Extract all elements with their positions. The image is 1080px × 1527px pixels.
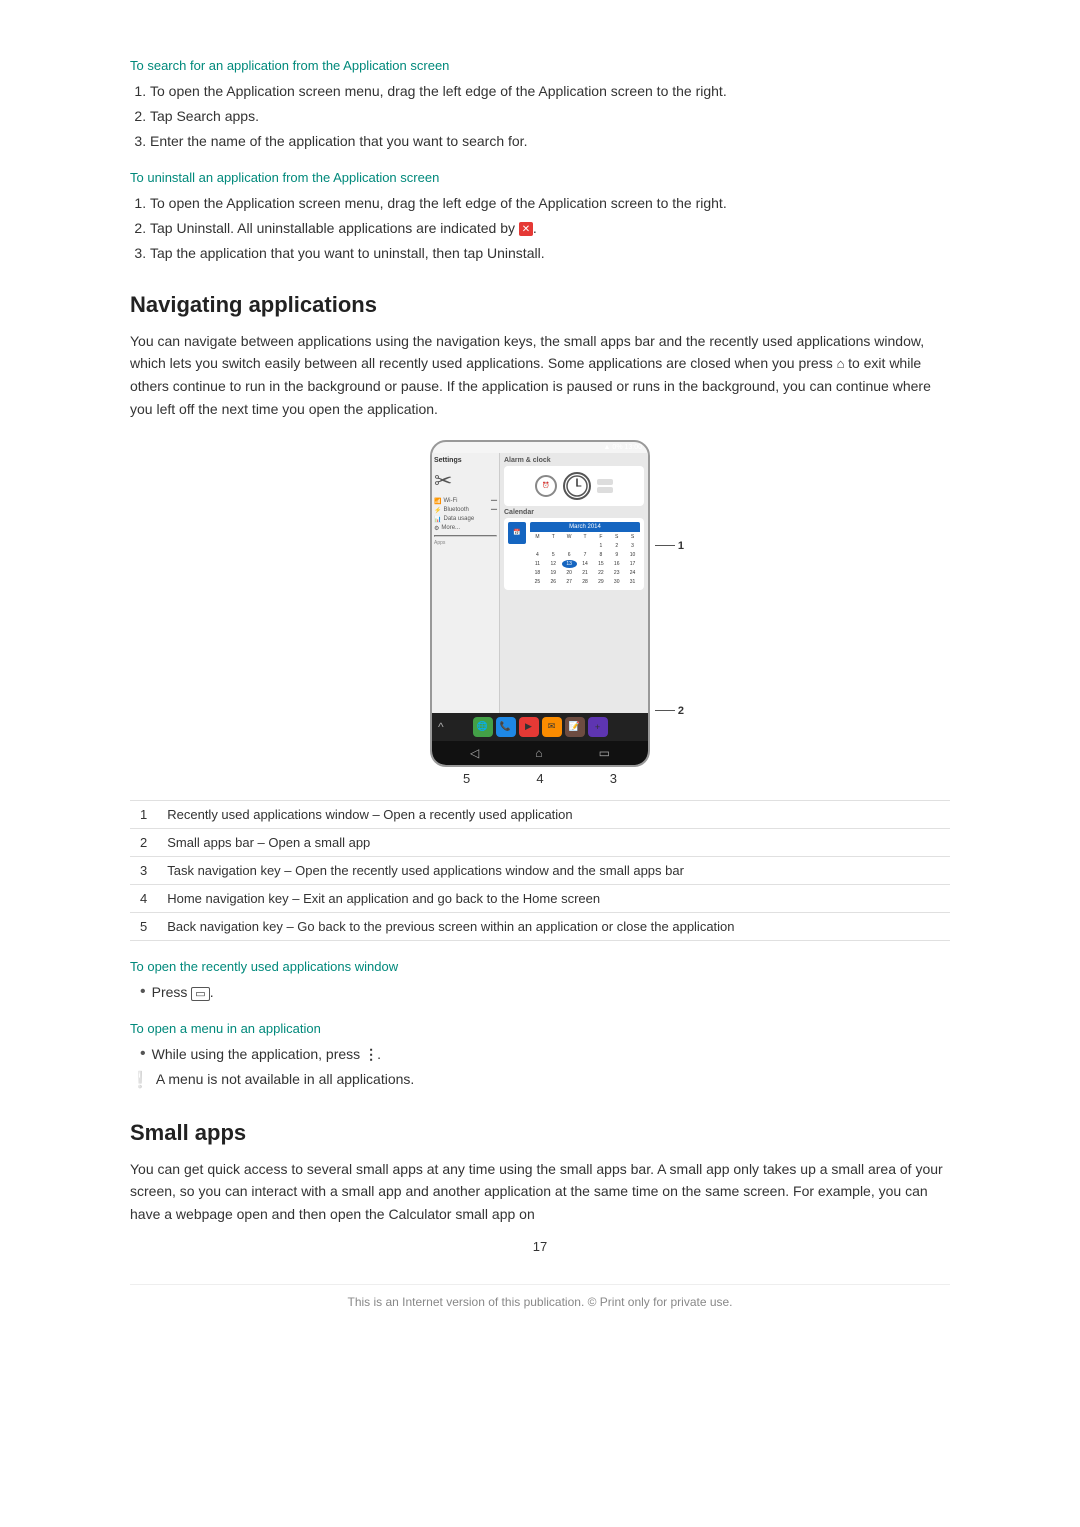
nav-bar-labels: 5 4 3 — [430, 771, 650, 786]
table-desc-3: Task navigation key – Open the recently … — [157, 856, 950, 884]
back-nav: ◁ — [470, 746, 479, 760]
table-num-5: 5 — [130, 912, 157, 940]
alarm-icon: ⏰ — [535, 475, 557, 497]
cal-grid: M T W T F S S — [530, 533, 640, 586]
uninstall-heading: To uninstall an application from the App… — [130, 170, 950, 185]
table-row-5: 5 Back navigation key – Go back to the p… — [130, 912, 950, 940]
alarm-controls — [597, 479, 613, 493]
table-row-1: 1 Recently used applications window – Op… — [130, 800, 950, 828]
search-steps-list: To open the Application screen menu, dra… — [150, 81, 950, 152]
label-3: 3 — [610, 771, 617, 786]
menu-step: • While using the application, press ⋮. — [140, 1044, 950, 1065]
table-desc-4: Home navigation key – Exit an applicatio… — [157, 884, 950, 912]
sidebar-data: 📊 Data usage — [434, 516, 497, 523]
table-num-4: 4 — [130, 884, 157, 912]
uninstall-step-1: To open the Application screen menu, dra… — [150, 193, 950, 214]
uninstall-icon: ✕ — [519, 222, 533, 236]
small-app-4: ✉ — [542, 717, 562, 737]
phone-sidebar: Settings ✂ 📶 Wi-Fi ━━ ⚡ Bluetooth ━━ — [432, 453, 500, 713]
task-key-icon: ▭ — [191, 987, 209, 1001]
label-1: 1 — [655, 540, 684, 552]
reference-table: 1 Recently used applications window – Op… — [130, 800, 950, 941]
search-step-2: Tap Search apps. — [150, 106, 950, 127]
page-number: 17 — [130, 1239, 950, 1254]
home-icon-inline: ⌂ — [837, 356, 848, 371]
warning-icon: ❕ — [130, 1071, 150, 1092]
alarm-label: Alarm & clock — [504, 457, 644, 464]
three-dots-icon: ⋮ — [364, 1046, 377, 1062]
label-2: 2 — [655, 705, 684, 717]
calendar-label: Calendar — [504, 509, 644, 516]
small-apps-heading: Small apps — [130, 1120, 950, 1146]
menu-heading: To open a menu in an application — [130, 1021, 950, 1036]
recently-used-step: • Press ▭. — [140, 982, 950, 1003]
sidebar-title: Settings — [434, 457, 497, 464]
search-step-3: Enter the name of the application that y… — [150, 131, 950, 152]
bullet-star-1: • — [140, 982, 146, 1003]
phone-nav-bar: ◁ ⌂ ▭ — [432, 741, 648, 765]
small-app-3: ▶ — [519, 717, 539, 737]
small-apps-icons: 🌐 📞 ▶ ✉ 📝 + — [473, 717, 608, 737]
phone-status-bar: ▲ 0% 13:00 — [432, 442, 648, 453]
table-row-4: 4 Home navigation key – Exit an applicat… — [130, 884, 950, 912]
uninstall-step-2: Tap Uninstall. All uninstallable applica… — [150, 218, 950, 239]
table-num-1: 1 — [130, 800, 157, 828]
small-apps-body: You can get quick access to several smal… — [130, 1158, 950, 1225]
nav-applications-heading: Navigating applications — [130, 292, 950, 318]
label-5: 5 — [463, 771, 470, 786]
sidebar-apps-label: Apps — [434, 540, 497, 546]
table-row-3: 3 Task navigation key – Open the recentl… — [130, 856, 950, 884]
page-content: To search for an application from the Ap… — [110, 0, 970, 1369]
search-step-1: To open the Application screen menu, dra… — [150, 81, 950, 102]
cal-content: March 2014 M T W T F S S — [530, 522, 640, 586]
phone-main-area: Alarm & clock ⏰ — [500, 453, 648, 713]
table-num-2: 2 — [130, 828, 157, 856]
label-4: 4 — [536, 771, 543, 786]
nav-body-text: You can navigate between applications us… — [130, 330, 950, 420]
uninstall-step-3: Tap the application that you want to uni… — [150, 243, 950, 264]
home-nav: ⌂ — [535, 746, 542, 760]
sidebar-bluetooth: ⚡ Bluetooth ━━ — [434, 507, 497, 514]
phone-screen-area: Settings ✂ 📶 Wi-Fi ━━ ⚡ Bluetooth ━━ — [432, 453, 648, 713]
recently-used-heading: To open the recently used applications w… — [130, 959, 950, 974]
phone-small-apps-bar: ^ 🌐 📞 ▶ ✉ 📝 + — [432, 713, 648, 741]
small-app-2: 📞 — [496, 717, 516, 737]
uninstall-steps-list: To open the Application screen menu, dra… — [150, 193, 950, 264]
table-row-2: 2 Small apps bar – Open a small app — [130, 828, 950, 856]
search-heading: To search for an application from the Ap… — [130, 58, 950, 73]
status-text: ▲ 0% 13:00 — [604, 444, 642, 451]
clock-widget: ⏰ — [504, 466, 644, 506]
bullet-star-2: • — [140, 1044, 146, 1065]
phone-diagram: ▲ 0% 13:00 Settings ✂ 📶 Wi-Fi ━━ — [130, 440, 950, 786]
clock-face — [563, 472, 591, 500]
small-app-1: 🌐 — [473, 717, 493, 737]
sidebar-wifi: 📶 Wi-Fi ━━ — [434, 498, 497, 505]
table-desc-1: Recently used applications window – Open… — [157, 800, 950, 828]
table-num-3: 3 — [130, 856, 157, 884]
scissors-icon: ✂ — [434, 468, 497, 494]
table-desc-2: Small apps bar – Open a small app — [157, 828, 950, 856]
calendar-widget: 📅 March 2014 M T W T F — [504, 518, 644, 590]
phone-mockup: ▲ 0% 13:00 Settings ✂ 📶 Wi-Fi ━━ — [430, 440, 650, 767]
cal-header: March 2014 — [530, 522, 640, 532]
small-app-6: + — [588, 717, 608, 737]
menu-warning: ❕ A menu is not available in all applica… — [130, 1071, 950, 1092]
page-footer: This is an Internet version of this publ… — [130, 1284, 950, 1309]
task-nav: ▭ — [599, 746, 610, 760]
sidebar-more: ⚙ More... — [434, 525, 497, 532]
small-app-5: 📝 — [565, 717, 585, 737]
cal-icon: 📅 — [508, 522, 526, 544]
expand-icon: ^ — [438, 720, 444, 734]
clock-svg — [565, 474, 589, 498]
table-desc-5: Back navigation key – Go back to the pre… — [157, 912, 950, 940]
sidebar-divider — [434, 535, 497, 537]
